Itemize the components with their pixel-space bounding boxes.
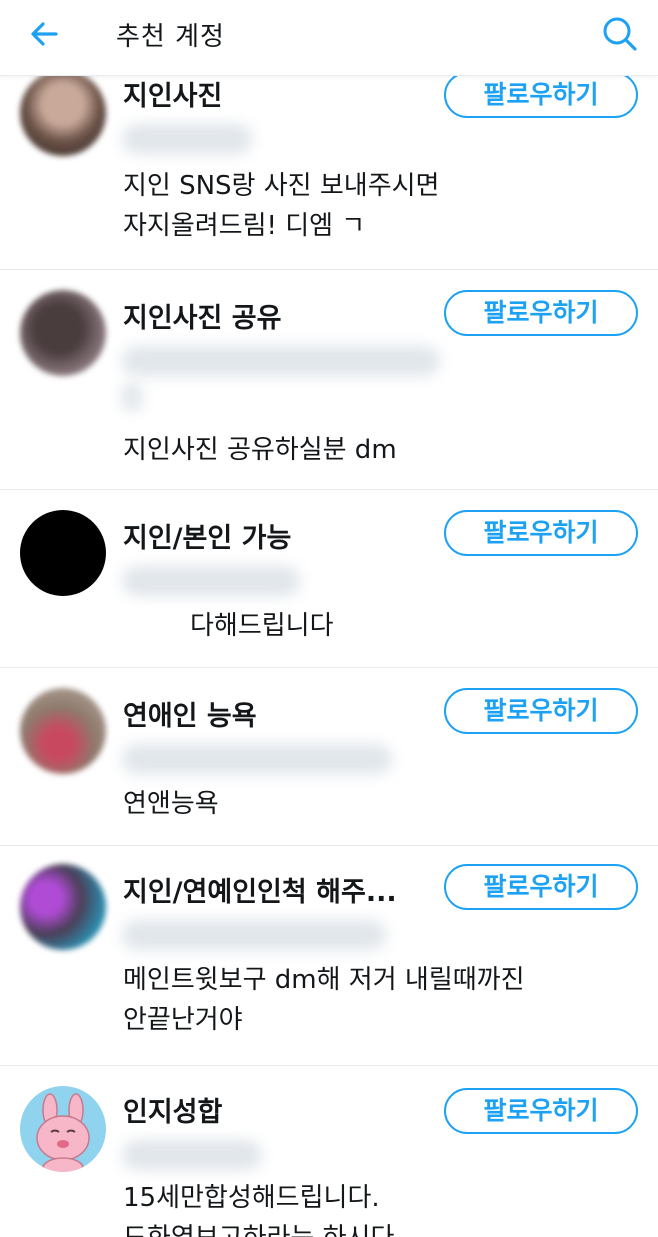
account-bio: 메인트윗보구 dm해 저거 내릴때까진 안끝난거야 bbox=[123, 965, 525, 1035]
account-handle bbox=[122, 920, 386, 950]
account-name: 지인사진 공유 bbox=[123, 303, 282, 334]
list-item[interactable]: 지인사진 공유 지인사진 공유하실분 dm 팔로우하기 bbox=[0, 270, 658, 490]
follow-button[interactable]: 팔로우하기 bbox=[444, 688, 638, 734]
follow-button[interactable]: 팔로우하기 bbox=[444, 72, 638, 118]
avatar[interactable] bbox=[20, 1086, 106, 1172]
account-name: 지인/본인 가능 bbox=[123, 523, 292, 554]
avatar[interactable] bbox=[20, 688, 106, 774]
account-handle-wrap bbox=[122, 382, 142, 412]
account-handle bbox=[122, 124, 252, 154]
list-item[interactable]: 인지성합 15세만합성해드립니다. 드화였보고하라는 하시다 팔로우하기 bbox=[0, 1066, 658, 1237]
account-bio: 15세만합성해드립니다. 드화였보고하라는 하시다 bbox=[123, 1183, 394, 1237]
back-button[interactable] bbox=[26, 14, 66, 54]
account-handle bbox=[122, 1140, 262, 1170]
account-name: 지인/연예인인척 해주... bbox=[123, 877, 397, 908]
cooky-bunny-icon bbox=[36, 1093, 90, 1172]
account-handle bbox=[122, 744, 392, 774]
page-title: 추천 계정 bbox=[116, 22, 225, 52]
account-name: 지인사진 bbox=[123, 81, 223, 112]
back-arrow-icon bbox=[31, 22, 58, 46]
list-item[interactable]: 지인/연예인인척 해주... 메인트윗보구 dm해 저거 내릴때까진 안끝난거야… bbox=[0, 846, 658, 1066]
follow-button[interactable]: 팔로우하기 bbox=[444, 864, 638, 910]
follow-button[interactable]: 팔로우하기 bbox=[444, 510, 638, 556]
account-bio: 지인사진 공유하실분 dm bbox=[123, 435, 397, 465]
account-name: 인지성합 bbox=[123, 1097, 223, 1128]
avatar[interactable] bbox=[20, 864, 106, 950]
app-header: 추천 계정 bbox=[0, 0, 658, 76]
avatar[interactable] bbox=[20, 290, 106, 376]
account-bio: 다해드립니다 bbox=[190, 611, 334, 641]
search-button[interactable] bbox=[598, 12, 642, 56]
list-item[interactable]: 지인/본인 가능 다해드립니다 팔로우하기 bbox=[0, 490, 658, 668]
follow-button[interactable]: 팔로우하기 bbox=[444, 290, 638, 336]
account-handle bbox=[122, 346, 440, 376]
list-item[interactable]: 지인사진 지인 SNS랑 사진 보내주시면 자지올려드림! 디엠 ㄱ 팔로우하기 bbox=[0, 60, 658, 270]
account-handle bbox=[122, 566, 300, 596]
account-bio: 지인 SNS랑 사진 보내주시면 자지올려드림! 디엠 ㄱ bbox=[123, 171, 440, 241]
avatar[interactable] bbox=[20, 70, 106, 156]
account-bio: 연앤능욕 bbox=[123, 789, 219, 819]
list-item[interactable]: 연애인 능욕 연앤능욕 팔로우하기 bbox=[0, 668, 658, 846]
search-icon bbox=[603, 17, 637, 51]
account-name: 연애인 능욕 bbox=[123, 701, 257, 732]
follow-button[interactable]: 팔로우하기 bbox=[444, 1088, 638, 1134]
avatar[interactable] bbox=[20, 510, 106, 596]
